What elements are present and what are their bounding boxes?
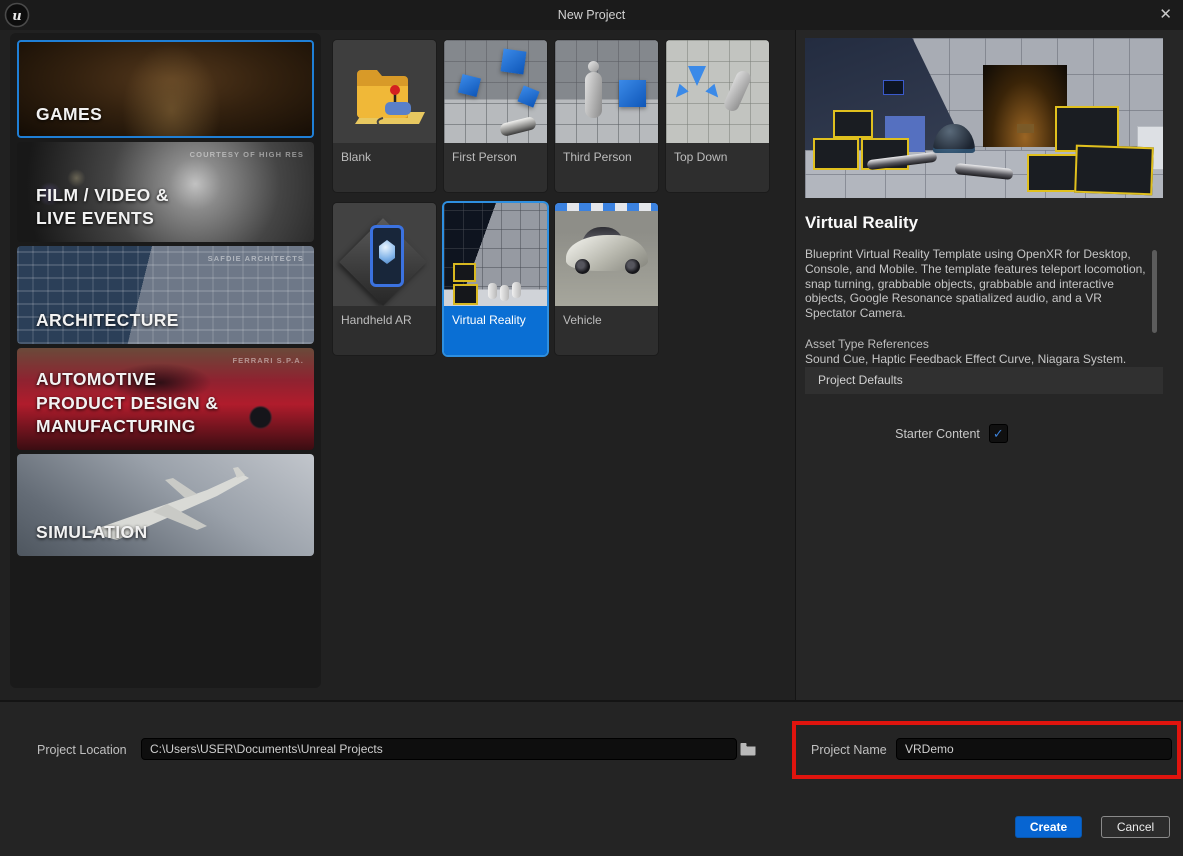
category-credit: SAFDIE ARCHITECTS [208, 254, 304, 263]
preview-yellow-cube-decor [833, 110, 873, 138]
new-project-dialog: u New Project ✕ GAMES COURTESY OF HIGH R… [0, 0, 1183, 856]
category-tile-automotive[interactable]: FERRARI S.P.A. AUTOMOTIVE PRODUCT DESIGN… [17, 348, 314, 450]
template-label: Blank [333, 143, 436, 192]
title-bar: u New Project ✕ [0, 0, 1183, 30]
starter-content-checkbox[interactable]: ✓ [989, 424, 1008, 443]
template-tile-blank[interactable]: Blank [333, 40, 436, 192]
ar-crystal-decor [379, 240, 395, 264]
track-curb-decor [555, 203, 658, 211]
category-label: AUTOMOTIVE PRODUCT DESIGN & MANUFACTURIN… [36, 368, 218, 439]
category-tile-architecture[interactable]: SAFDIE ARCHITECTS ARCHITECTURE [17, 246, 314, 344]
template-tile-top-down[interactable]: Top Down [666, 40, 769, 192]
project-defaults-header: Project Defaults [805, 367, 1163, 394]
blue-cube-decor [619, 80, 646, 107]
template-tile-third-person[interactable]: Third Person [555, 40, 658, 192]
blue-cube-decor [517, 85, 539, 107]
description-scrollbar[interactable] [1152, 250, 1157, 333]
template-label: Handheld AR [333, 306, 436, 355]
category-tile-film-video-live-events[interactable]: COURTESY OF HIGH RES FILM / VIDEO & LIVE… [17, 142, 314, 242]
category-label-line: MANUFACTURING [36, 415, 218, 439]
blue-arrow-decor [671, 84, 689, 102]
asset-type-references-heading: Asset Type References [805, 337, 929, 351]
folder-joystick-icon [333, 40, 436, 143]
gun-decor [499, 116, 537, 137]
category-label-line: PRODUCT DESIGN & [36, 392, 218, 416]
category-credit: COURTESY OF HIGH RES [190, 150, 304, 159]
template-description: Blueprint Virtual Reality Template using… [805, 247, 1149, 321]
category-label: FILM / VIDEO & LIVE EVENTS [36, 184, 169, 231]
cylinder-decor [500, 285, 509, 301]
blue-arrow-decor [688, 66, 706, 86]
template-label: Virtual Reality [444, 306, 547, 355]
blue-arrow-decor [705, 84, 723, 102]
preview-spectator-screen-decor [883, 80, 904, 95]
template-preview-image [805, 38, 1163, 198]
category-label-line: LIVE EVENTS [36, 207, 169, 231]
template-label: Third Person [555, 143, 658, 192]
template-tile-handheld-ar[interactable]: Handheld AR [333, 203, 436, 355]
top-down-template-thumbnail [666, 40, 769, 143]
category-tile-games[interactable]: GAMES [17, 40, 314, 138]
category-label-line: ARCHITECTURE [36, 309, 179, 333]
yellow-edge-box-decor [453, 284, 478, 305]
asset-type-references-list: Sound Cue, Haptic Feedback Effect Curve,… [805, 352, 1149, 366]
starter-content-row: Starter Content ✓ [758, 424, 1145, 443]
blue-cube-decor [501, 49, 527, 75]
first-person-template-thumbnail [444, 40, 547, 143]
preview-yellow-cube-decor [813, 138, 859, 170]
virtual-reality-template-thumbnail [444, 203, 547, 306]
check-icon: ✓ [993, 427, 1004, 440]
mannequin-decor [722, 69, 753, 113]
vehicle-template-thumbnail [555, 203, 658, 306]
template-tile-vehicle[interactable]: Vehicle [555, 203, 658, 355]
template-tile-first-person[interactable]: First Person [444, 40, 547, 192]
category-label-line: FILM / VIDEO & [36, 184, 169, 208]
template-label: Top Down [666, 143, 769, 192]
template-label: Vehicle [555, 306, 658, 355]
handheld-ar-template-thumbnail [333, 203, 436, 306]
car-wheel-decor [625, 259, 640, 274]
footer-bar: Project Location Project Name Create Can… [0, 702, 1183, 856]
template-title: Virtual Reality [805, 213, 918, 233]
category-label: SIMULATION [36, 521, 148, 545]
preview-yellow-cube-decor [1074, 145, 1154, 196]
category-label-line: AUTOMOTIVE [36, 368, 218, 392]
close-icon[interactable]: ✕ [1159, 0, 1172, 30]
cylinder-decor [512, 282, 521, 298]
category-label: ARCHITECTURE [36, 309, 179, 333]
project-name-label: Project Name [811, 743, 887, 757]
window-title: New Project [0, 0, 1183, 30]
blue-cube-decor [458, 74, 481, 97]
preview-box-decor [1017, 124, 1034, 133]
template-label: First Person [444, 143, 547, 192]
template-details-panel: Virtual Reality Blueprint Virtual Realit… [796, 30, 1183, 700]
cylinder-decor [488, 283, 497, 299]
yellow-edge-box-decor [453, 263, 476, 282]
category-sidebar: GAMES COURTESY OF HIGH RES FILM / VIDEO … [10, 33, 321, 688]
car-wheel-decor [575, 259, 590, 274]
browse-folder-icon[interactable] [739, 740, 757, 758]
phone-decor [370, 225, 404, 287]
category-label-line: GAMES [36, 103, 102, 127]
template-tile-virtual-reality[interactable]: Virtual Reality [444, 203, 547, 355]
category-credit: FERRARI S.P.A. [232, 356, 304, 365]
cancel-button[interactable]: Cancel [1101, 816, 1170, 838]
create-button[interactable]: Create [1015, 816, 1082, 838]
category-label: GAMES [36, 103, 102, 127]
category-label-line: SIMULATION [36, 521, 148, 545]
blank-template-thumbnail [333, 40, 436, 143]
project-location-label: Project Location [37, 743, 127, 757]
mannequin-decor [588, 61, 599, 72]
mannequin-decor [585, 72, 602, 118]
starter-content-label: Starter Content [895, 427, 980, 441]
template-grid: Blank First Person Third Person [333, 40, 777, 355]
project-name-input[interactable] [896, 738, 1172, 760]
category-tile-simulation[interactable]: SIMULATION [17, 454, 314, 556]
third-person-template-thumbnail [555, 40, 658, 143]
project-location-input[interactable] [141, 738, 737, 760]
